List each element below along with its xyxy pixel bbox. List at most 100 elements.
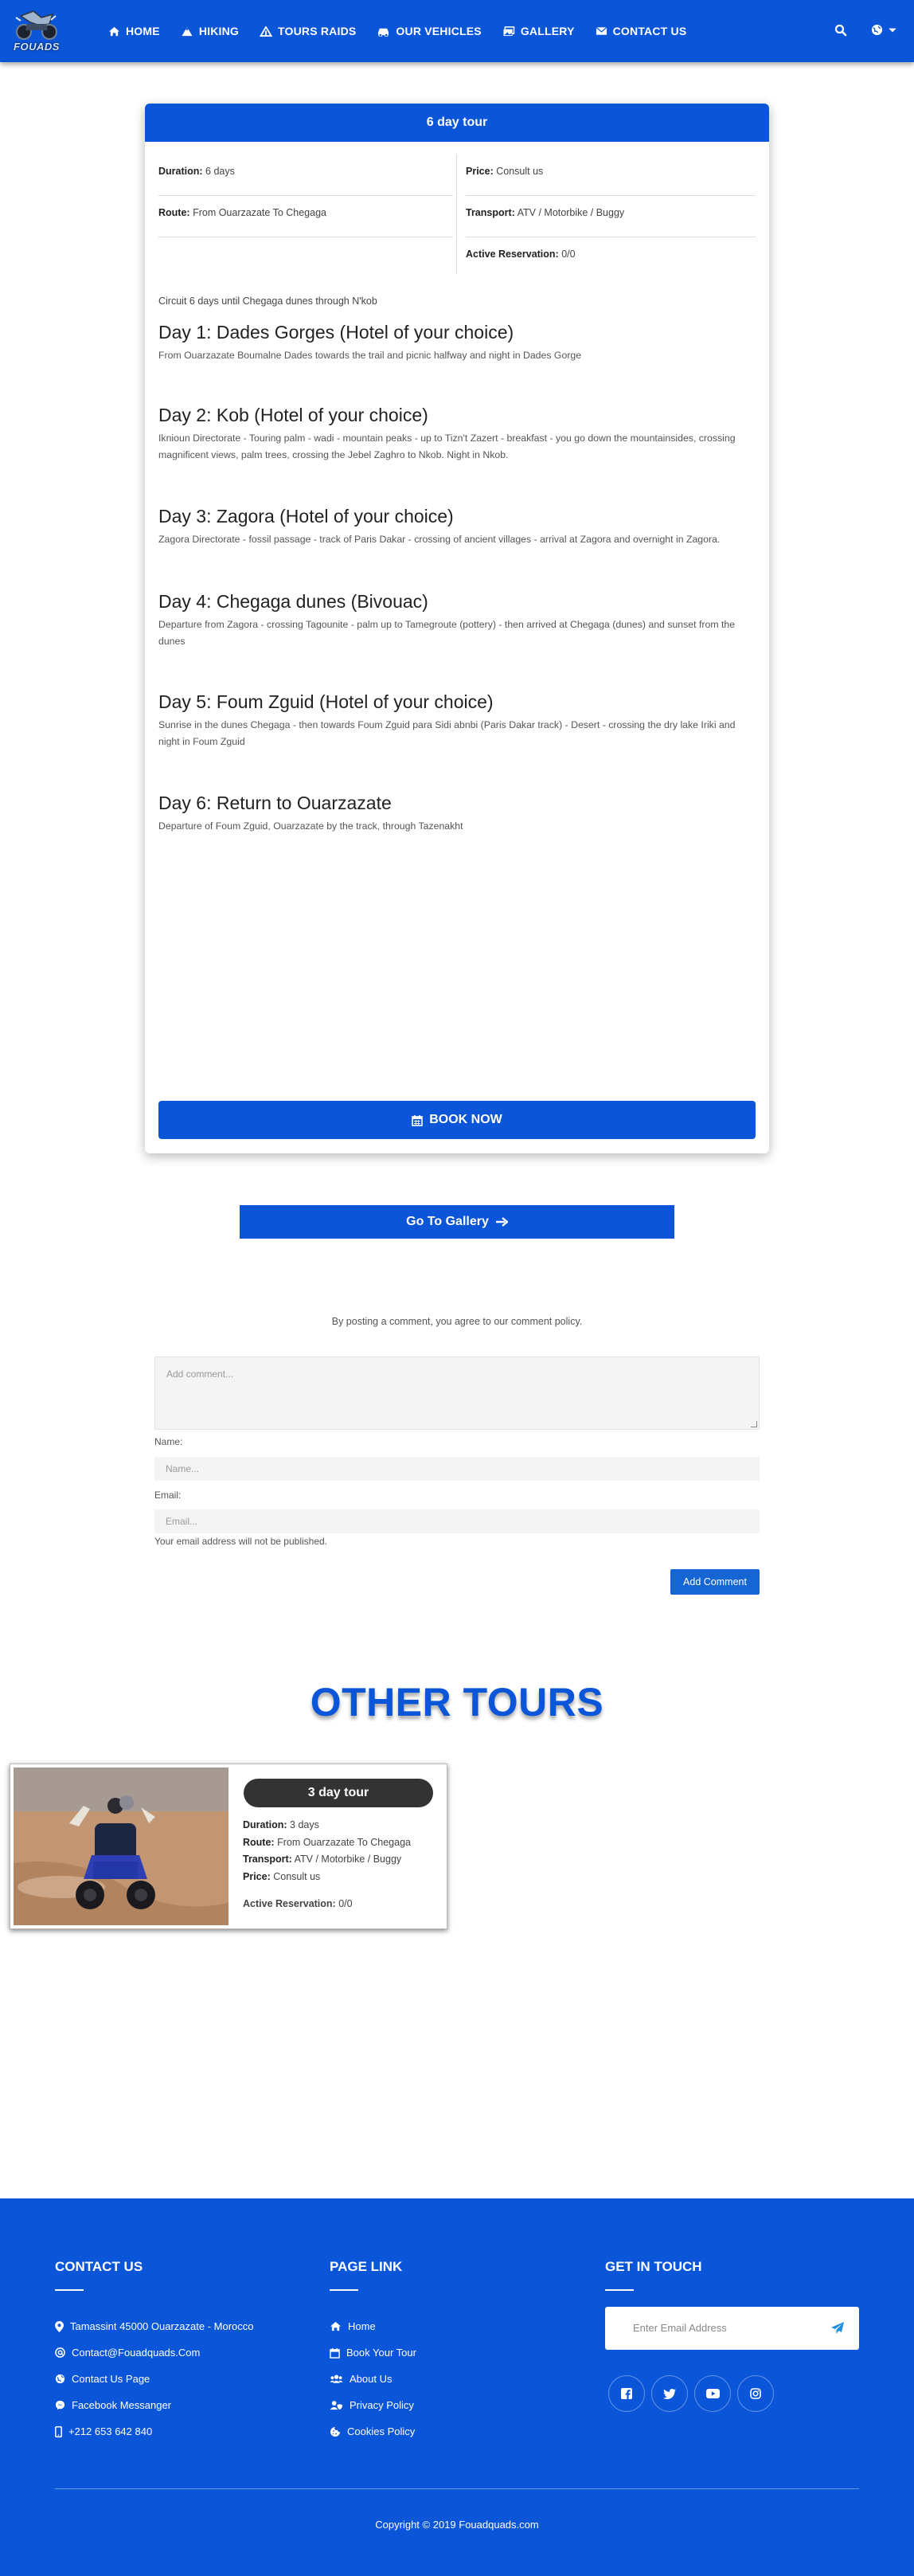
footer-divider [55, 2488, 859, 2489]
contact-phone[interactable]: +212 653 642 840 [55, 2418, 254, 2445]
footer-link-home[interactable]: Home [330, 2313, 416, 2339]
footer-link-about[interactable]: About Us [330, 2366, 416, 2392]
other-tour-price: Price: Consult us [243, 1869, 411, 1886]
other-tour-duration: Duration: 3 days [243, 1817, 411, 1834]
tour-detail-card: 6 day tour Duration: 6 days Route: From … [145, 104, 769, 1153]
book-now-label: BOOK NOW [429, 1113, 502, 1126]
day-text: Zagora Directorate - fossil passage - tr… [158, 534, 721, 545]
nav-tours-raids[interactable]: TOURS RAIDS [260, 25, 356, 37]
transport-value: ATV / Motorbike / Buggy [294, 1854, 402, 1865]
nav-our-vehicles-label: OUR VEHICLES [396, 25, 482, 37]
page-link-list: Home Book Your Tour About Us Privacy Pol… [330, 2313, 416, 2445]
go-to-gallery-label: Go To Gallery [406, 1215, 489, 1228]
at-icon [55, 2347, 65, 2358]
day-title: Day 4: Chegaga dunes (Bivouac) [158, 591, 428, 612]
newsletter-email-input[interactable]: Enter Email Address [605, 2307, 859, 2350]
search-button[interactable] [834, 24, 847, 41]
price-label: Price: [466, 166, 494, 177]
quad-logo-icon [15, 10, 57, 40]
footer-contact-title: CONTACT US [55, 2259, 143, 2274]
itinerary-day: Day 5: Foum Zguid (Hotel of your choice)… [158, 690, 756, 791]
name-field[interactable]: Name... [154, 1457, 760, 1481]
day-title: Day 2: Kob (Hotel of your choice) [158, 405, 428, 425]
copyright-text: Copyright © 2019 Fouadquads.com [375, 2519, 539, 2531]
top-navbar: FOUADS HOME HIKING TOURS RAIDS OUR VEHIC… [0, 0, 914, 62]
facebook-icon [621, 2388, 632, 2399]
other-tour-title[interactable]: 3 day tour [244, 1779, 433, 1807]
footer-link-about-text: About Us [350, 2373, 393, 2385]
price-label: Price: [243, 1870, 271, 1882]
route-value: From Ouarzazate To Chegaga [193, 207, 326, 218]
footer-page-links: PAGE LINK Home Book Your Tour About Us P… [330, 2259, 416, 2445]
email-label: Email: [154, 1490, 182, 1501]
add-comment-button[interactable]: Add Comment [670, 1569, 760, 1595]
tour-transport: Transport: ATV / Motorbike / Buggy [466, 196, 756, 237]
map-marker-icon [55, 2320, 64, 2332]
day-title: Day 5: Foum Zguid (Hotel of your choice) [158, 691, 494, 712]
footer-link-book[interactable]: Book Your Tour [330, 2339, 416, 2366]
resize-grip-icon[interactable] [751, 1421, 757, 1427]
footer-contact: CONTACT US Tamassint 45000 Ouarzazate - … [55, 2259, 254, 2445]
go-to-gallery-button[interactable]: Go To Gallery [240, 1205, 674, 1239]
logo-text: FOUADS [14, 41, 60, 53]
contact-email-text: Contact@Fouadquads.Com [72, 2347, 201, 2359]
tour-title: 6 day tour [145, 104, 769, 142]
site-footer: CONTACT US Tamassint 45000 Ouarzazate - … [0, 2198, 914, 2576]
language-dropdown[interactable] [871, 24, 897, 36]
email-placeholder: Email... [166, 1516, 198, 1527]
nav-gallery[interactable]: GALLERY [502, 25, 575, 37]
newsletter-submit-button[interactable] [830, 2321, 845, 2339]
instagram-icon [750, 2388, 761, 2399]
itinerary-day: Day 6: Return to Ouarzazate Departure of… [158, 791, 756, 835]
footer-link-cookies-text: Cookies Policy [347, 2425, 416, 2437]
cookie-icon [330, 2426, 340, 2437]
twitter-icon [663, 2388, 676, 2399]
footer-link-home-text: Home [348, 2320, 376, 2332]
day-text: Departure from Zagora - crossing Tagouni… [158, 619, 736, 647]
mobile-icon [55, 2425, 62, 2437]
quad-rider-photo [14, 1768, 228, 1925]
comment-policy: By posting a comment, you agree to our c… [331, 1316, 583, 1327]
paper-plane-icon [831, 2322, 844, 2334]
route-value: From Ouarzazate To Chegaga [277, 1836, 411, 1848]
email-field[interactable]: Email... [154, 1509, 760, 1533]
site-logo[interactable]: FOUADS [10, 8, 64, 54]
duration-value: 3 days [290, 1819, 319, 1830]
contact-messenger-text: Facebook Messanger [72, 2399, 172, 2411]
day-title: Day 6: Return to Ouarzazate [158, 793, 392, 813]
contact-page-link[interactable]: Contact Us Page [55, 2366, 254, 2392]
transport-value: ATV / Motorbike / Buggy [517, 207, 625, 218]
nav-hiking[interactable]: HIKING [181, 25, 239, 37]
footer-link-privacy[interactable]: Privacy Policy [330, 2392, 416, 2418]
nav-contact-us[interactable]: CONTACT US [596, 25, 687, 37]
tour-itinerary: Day 1: Dades Gorges (Hotel of your choic… [158, 320, 756, 835]
instagram-link[interactable] [737, 2375, 774, 2412]
comment-textarea[interactable]: Add comment... [154, 1357, 760, 1430]
nav-our-vehicles[interactable]: OUR VEHICLES [377, 25, 482, 37]
contact-messenger[interactable]: Facebook Messanger [55, 2392, 254, 2418]
contact-email[interactable]: Contact@Fouadquads.Com [55, 2339, 254, 2366]
contact-address-text: Tamassint 45000 Ouarzazate - Morocco [70, 2320, 254, 2332]
tour-info-left: Duration: 6 days Route: From Ouarzazate … [158, 155, 453, 237]
facebook-link[interactable] [608, 2375, 645, 2412]
twitter-link[interactable] [651, 2375, 688, 2412]
youtube-link[interactable] [694, 2375, 731, 2412]
main-menu: HOME HIKING TOURS RAIDS OUR VEHICLES GAL… [108, 0, 707, 62]
tour-price: Price: Consult us [466, 155, 756, 196]
tour-photo[interactable] [14, 1768, 228, 1925]
email-note: Your email address will not be published… [154, 1536, 328, 1547]
home-icon [330, 2321, 341, 2331]
duration-label: Duration: [158, 166, 203, 177]
nav-gallery-label: GALLERY [520, 25, 575, 37]
nav-contact-us-label: CONTACT US [612, 25, 687, 37]
footer-link-cookies[interactable]: Cookies Policy [330, 2418, 416, 2445]
reservation-value: 0/0 [561, 249, 576, 260]
other-tour-card[interactable]: 3 day tour Duration: 3 days Route: From … [10, 1764, 447, 1929]
duration-label: Duration: [243, 1819, 287, 1830]
book-now-button[interactable]: BOOK NOW [158, 1101, 756, 1139]
contact-list: Tamassint 45000 Ouarzazate - Morocco Con… [55, 2313, 254, 2445]
price-value: Consult us [496, 166, 544, 177]
nav-home[interactable]: HOME [108, 25, 160, 37]
nav-hiking-label: HIKING [198, 25, 240, 37]
tour-info-right: Price: Consult us Transport: ATV / Motor… [466, 155, 756, 279]
